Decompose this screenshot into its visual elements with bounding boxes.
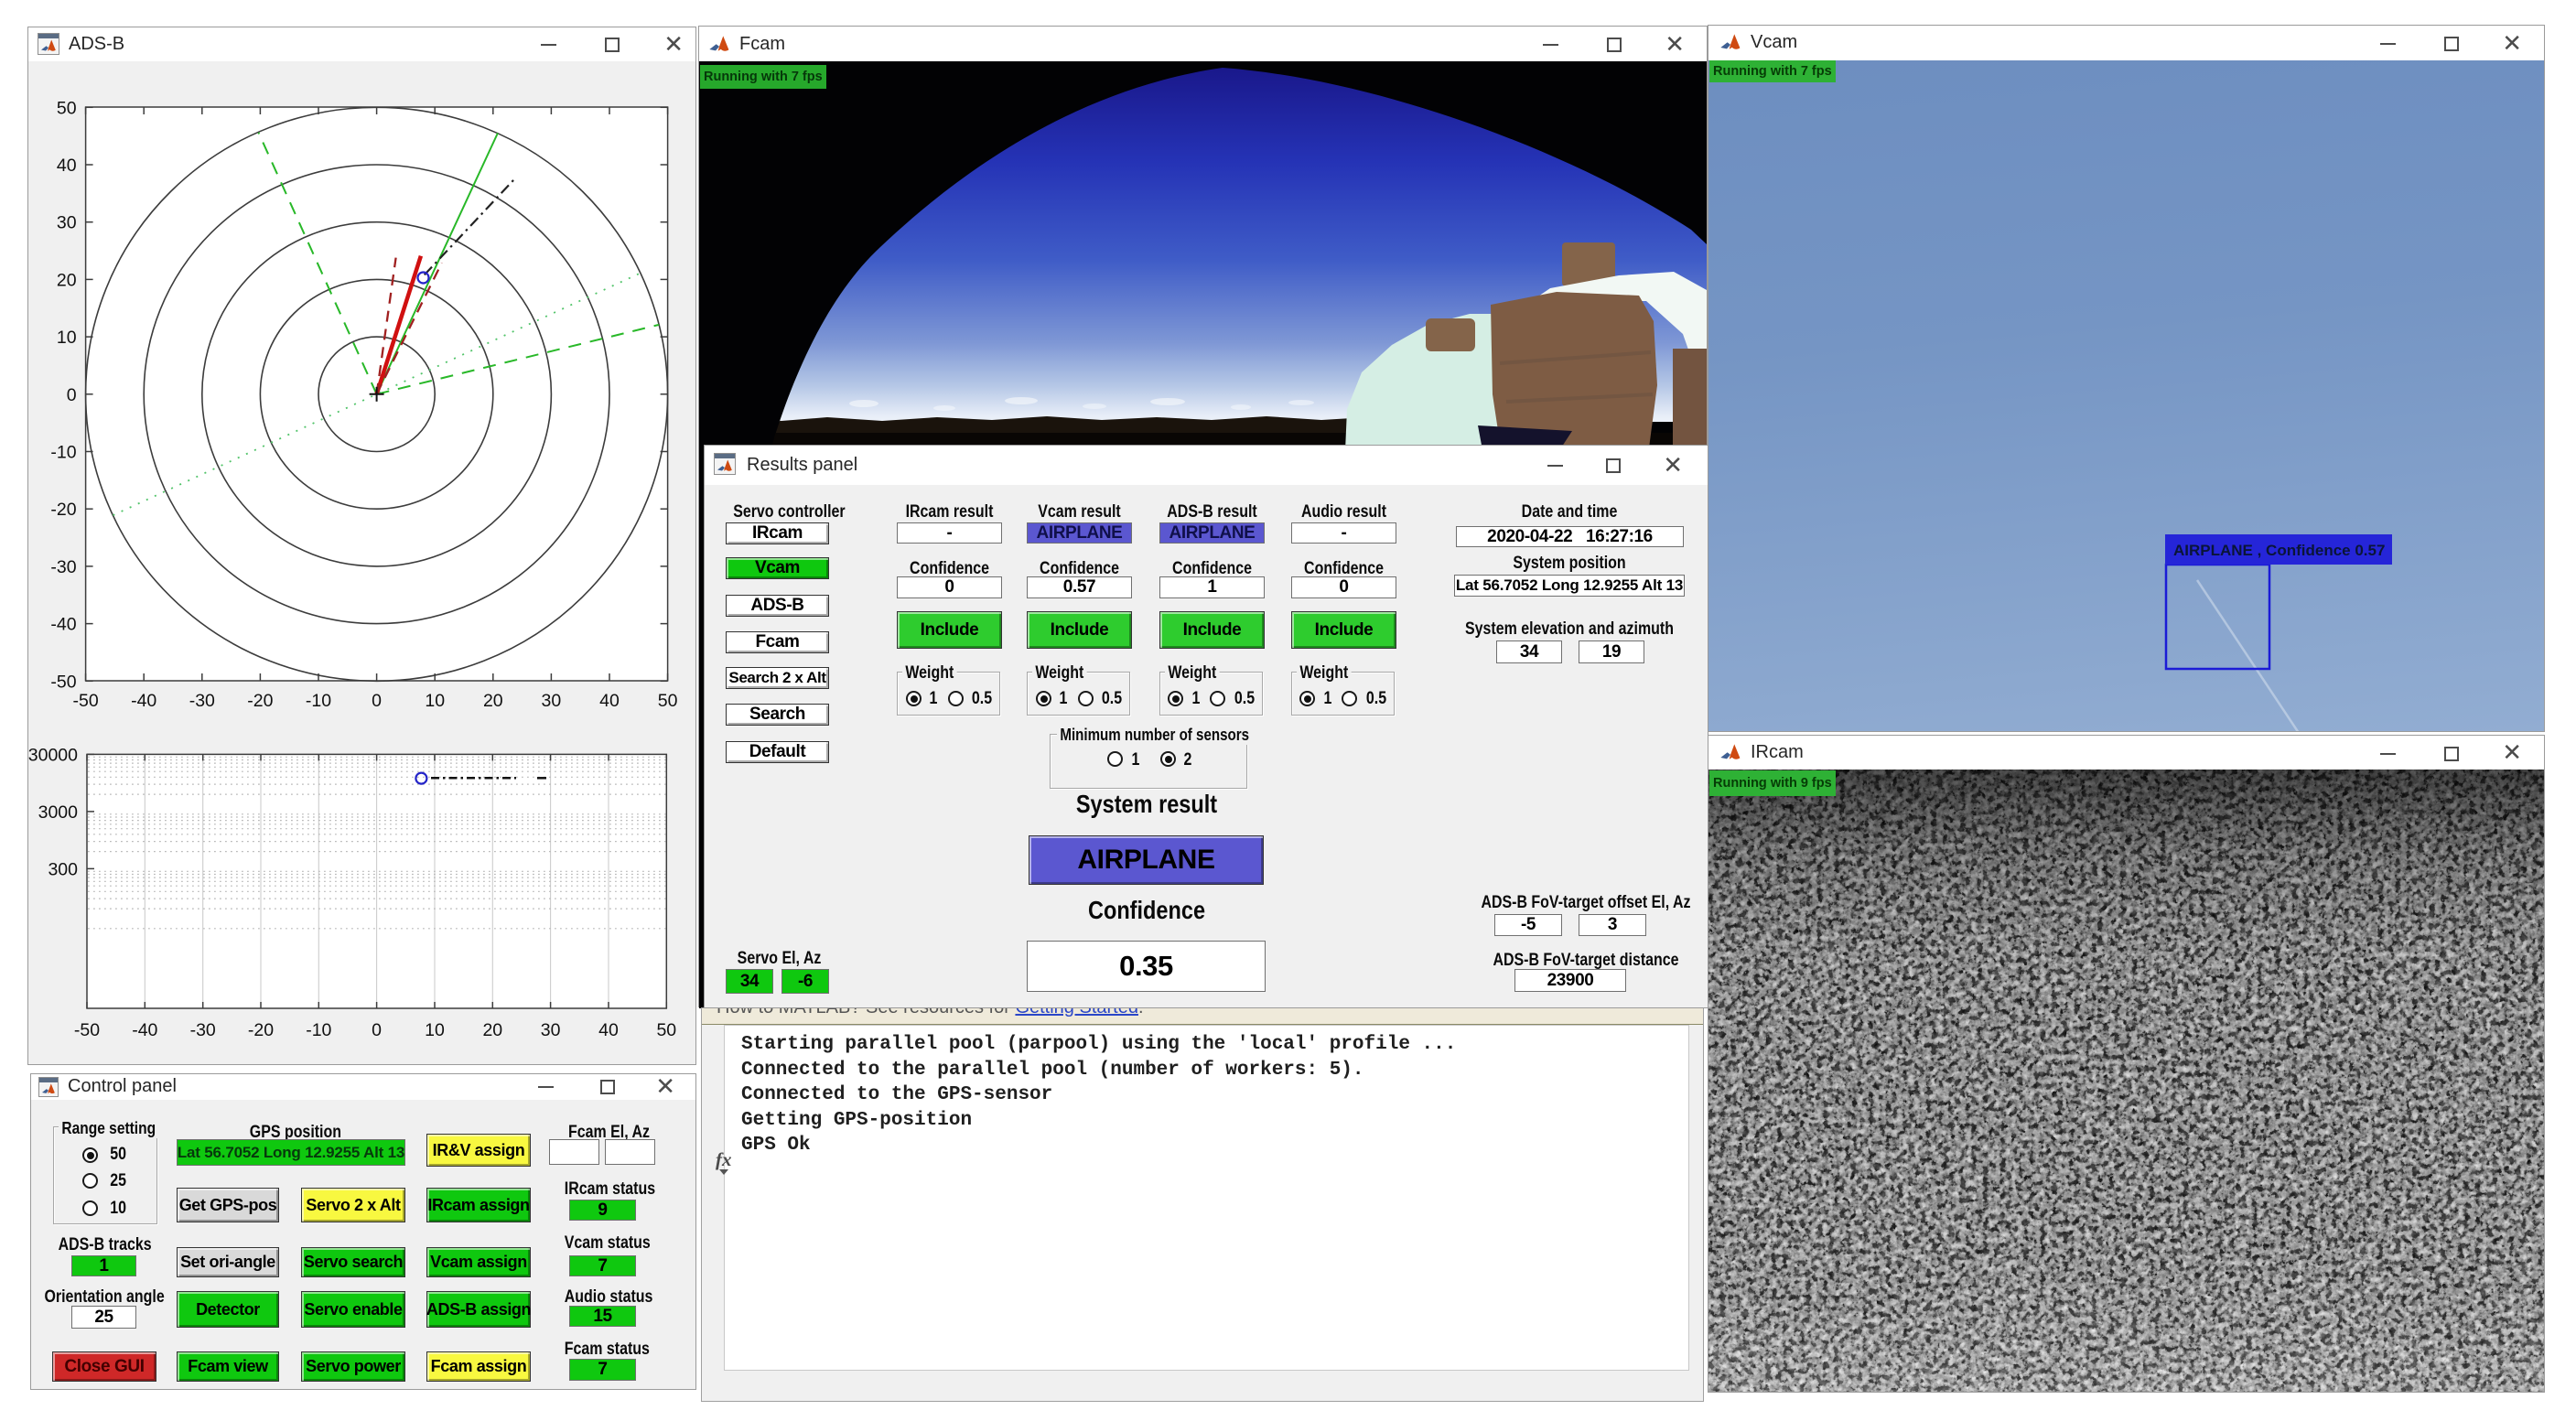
svg-text:-10: -10 <box>306 691 331 711</box>
svg-text:50: 50 <box>656 1020 676 1040</box>
svg-text:50: 50 <box>658 691 678 711</box>
svg-text:10: 10 <box>57 328 77 348</box>
svg-text:-30: -30 <box>189 691 215 711</box>
svg-text:3000: 3000 <box>38 802 79 823</box>
svg-text:0: 0 <box>372 1020 382 1040</box>
svg-text:40: 40 <box>57 156 77 176</box>
svg-text:-30: -30 <box>50 557 76 577</box>
svg-text:30: 30 <box>542 691 562 711</box>
svg-text:-10: -10 <box>50 443 76 463</box>
svg-text:AIRPLANE , Confidence 0.57: AIRPLANE , Confidence 0.57 <box>2173 542 2385 559</box>
svg-text:20: 20 <box>483 691 503 711</box>
svg-text:30: 30 <box>541 1020 561 1040</box>
svg-text:40: 40 <box>598 1020 619 1040</box>
svg-text:300: 300 <box>48 859 78 879</box>
svg-text:-10: -10 <box>306 1020 331 1040</box>
svg-text:10: 10 <box>425 1020 445 1040</box>
svg-text:-40: -40 <box>131 691 156 711</box>
svg-text:30000: 30000 <box>28 745 78 765</box>
svg-text:-50: -50 <box>74 1020 100 1040</box>
svg-text:-20: -20 <box>248 1020 274 1040</box>
svg-text:-20: -20 <box>50 500 76 520</box>
svg-text:-50: -50 <box>73 691 99 711</box>
svg-text:0: 0 <box>67 385 77 405</box>
svg-text:40: 40 <box>599 691 620 711</box>
svg-text:-40: -40 <box>132 1020 157 1040</box>
svg-text:-30: -30 <box>190 1020 216 1040</box>
svg-text:50: 50 <box>57 98 77 118</box>
svg-text:30: 30 <box>57 213 77 233</box>
svg-text:10: 10 <box>425 691 445 711</box>
svg-text:0: 0 <box>372 691 382 711</box>
svg-text:20: 20 <box>482 1020 502 1040</box>
svg-text:-20: -20 <box>247 691 273 711</box>
svg-text:-50: -50 <box>50 672 76 692</box>
svg-text:20: 20 <box>57 270 77 290</box>
svg-text:-40: -40 <box>50 615 76 635</box>
